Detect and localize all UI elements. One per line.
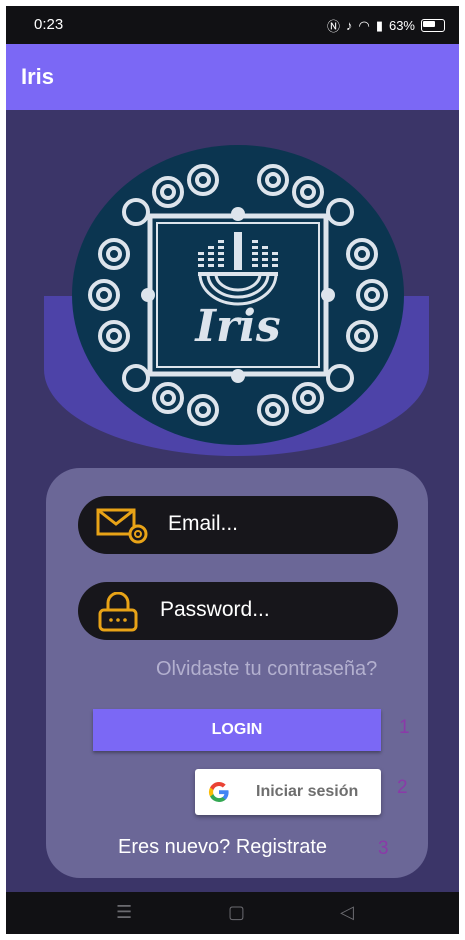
app-frame: 0:23 Ⓝ ♪ ◠ ▮ 63% Iris Iris Email... Pass… xyxy=(6,6,459,934)
status-bar: 0:23 Ⓝ ♪ ◠ ▮ 63% xyxy=(6,6,459,44)
google-icon xyxy=(208,782,229,802)
signal-icon: ▮ xyxy=(375,17,383,33)
marker-2: 2 xyxy=(397,777,408,798)
battery-percent: 63% xyxy=(388,18,415,33)
google-sign-in-button[interactable]: Iniciar sesión xyxy=(195,769,381,815)
app-bar: Iris xyxy=(6,44,459,110)
register-link[interactable]: Eres nuevo? Registrate xyxy=(118,836,327,859)
nfc-icon: Ⓝ xyxy=(326,19,340,34)
forgot-password-link[interactable]: Olvidaste tu contraseña? xyxy=(156,658,377,681)
google-button-label: Iniciar sesión xyxy=(256,783,359,800)
email-placeholder: Email... xyxy=(168,512,239,535)
login-button[interactable]: LOGIN xyxy=(93,709,381,751)
system-nav-bar: ☰ ▢ ◁ xyxy=(6,892,459,934)
marker-1: 1 xyxy=(399,717,410,738)
app-logo: Iris xyxy=(70,144,406,446)
marker-3: 3 xyxy=(378,838,389,859)
status-time: 0:23 xyxy=(34,16,64,33)
password-field[interactable]: Password... xyxy=(78,582,398,640)
app-title: Iris xyxy=(21,64,55,89)
status-icons: Ⓝ ♪ ◠ ▮ 63% xyxy=(327,16,445,35)
email-icon xyxy=(96,508,148,544)
back-icon[interactable]: ◁ xyxy=(340,902,354,923)
logo-text: Iris xyxy=(193,301,280,352)
wifi-icon: ◠ xyxy=(358,17,370,33)
menu-icon[interactable]: ☰ xyxy=(116,902,132,923)
lock-icon xyxy=(98,592,138,632)
home-icon[interactable]: ▢ xyxy=(228,902,245,923)
battery-icon xyxy=(421,19,445,32)
email-field[interactable]: Email... xyxy=(78,496,398,554)
mute-icon: ♪ xyxy=(345,18,353,33)
password-placeholder: Password... xyxy=(160,598,270,621)
